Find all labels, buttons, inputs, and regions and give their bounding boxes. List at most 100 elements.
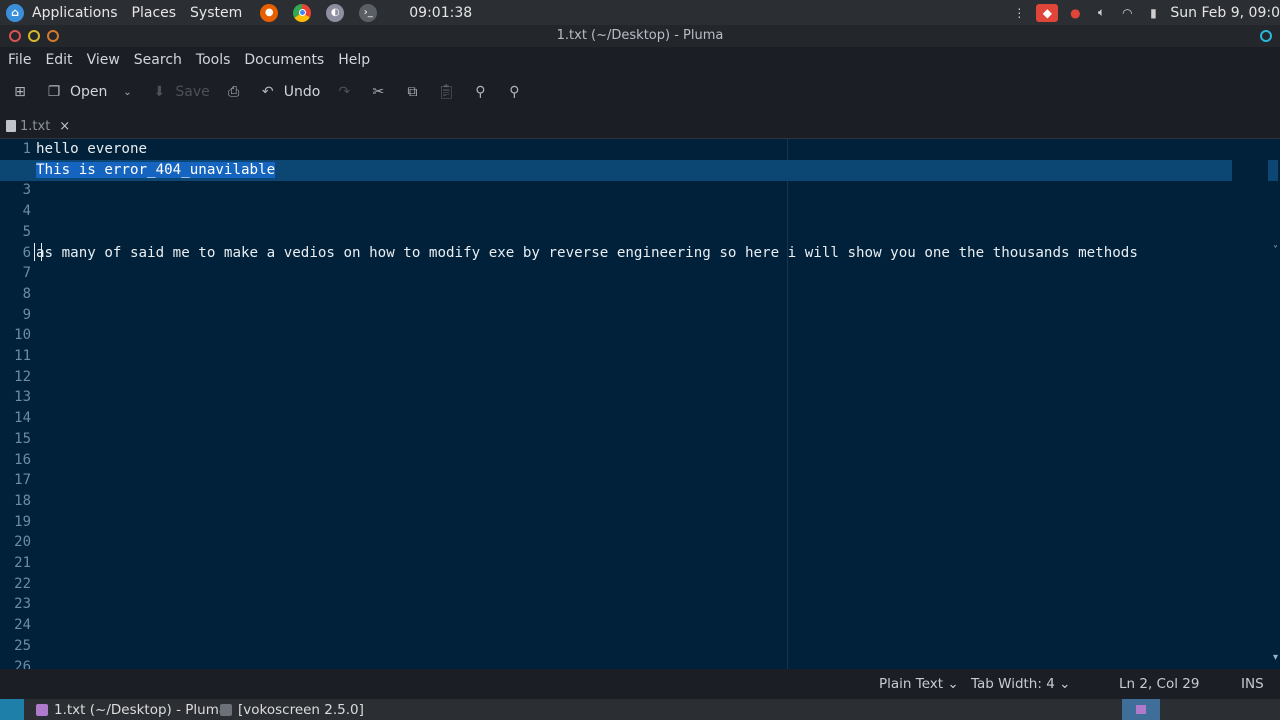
line-number: 23: [14, 596, 31, 613]
applications-menu[interactable]: Applications: [32, 5, 118, 21]
system-menu[interactable]: System: [190, 5, 242, 21]
panel-datetime[interactable]: Sun Feb 9, 09:0: [1170, 5, 1280, 21]
line-number: 16: [14, 451, 31, 468]
firefox-icon[interactable]: ●: [260, 3, 279, 22]
tab-width-label: Tab Width: 4: [971, 676, 1055, 692]
task-label: 1.txt (~/Desktop) - Pluma: [54, 701, 228, 718]
line-number: 19: [14, 513, 31, 530]
text-area[interactable]: hello everone This is error_404_unavilabl…: [36, 139, 1266, 669]
line-number: 4: [22, 203, 31, 220]
paste-icon[interactable]: 📋︎: [436, 82, 456, 102]
save-icon[interactable]: ⬇: [149, 82, 169, 102]
menu-search[interactable]: Search: [134, 52, 182, 68]
line-number: 8: [22, 285, 31, 302]
copy-icon[interactable]: ⧉: [402, 82, 422, 102]
menu-file[interactable]: File: [8, 52, 31, 68]
line-number: 14: [14, 410, 31, 427]
mate-logo-icon[interactable]: ⌂: [6, 3, 24, 22]
document-tabs: 1.txt ×: [0, 111, 1280, 139]
task-label: [vokoscreen 2.5.0]: [238, 701, 364, 718]
task-vokoscreen[interactable]: [vokoscreen 2.5.0]: [220, 699, 364, 720]
line-number: 3: [22, 182, 31, 199]
save-button[interactable]: Save: [175, 84, 209, 100]
vokoscreen-app-icon: [220, 703, 232, 716]
workspace-window-icon: [1136, 705, 1146, 714]
line-number: 11: [14, 348, 31, 364]
system-tray: ⋮ ◆ ● 🔈︎ ◠ ▮ Sun Feb 9, 09:0: [1010, 0, 1280, 25]
line-number: 1: [22, 141, 31, 157]
line-number: 22: [14, 575, 31, 592]
undo-icon[interactable]: ↶: [258, 82, 278, 102]
text-editor[interactable]: 1234567891011121314151617181920212223242…: [0, 139, 1280, 669]
chevron-down-icon: ⌄: [947, 676, 959, 692]
open-dropdown-chevron-icon[interactable]: ⌄: [117, 82, 137, 102]
scroll-down-arrow-icon[interactable]: ▾: [1273, 652, 1278, 663]
line-number: 7: [22, 265, 31, 282]
line-number: 17: [14, 472, 31, 489]
wifi-icon[interactable]: ◠: [1118, 4, 1136, 22]
line-number: 12: [14, 368, 31, 385]
top-panel: ⌂ Applications Places System ● ◐ ›_ 09:0…: [0, 0, 1280, 25]
line-number: 21: [14, 555, 31, 571]
text-file-icon: [6, 120, 16, 132]
panel-clock[interactable]: 09:01:38: [409, 5, 472, 21]
vertical-scrollbar[interactable]: ˅ ▾: [1266, 139, 1280, 669]
moon-icon[interactable]: ◐: [326, 3, 345, 22]
open-button[interactable]: Open: [70, 84, 107, 100]
anydesk-icon[interactable]: ◆: [1036, 3, 1059, 22]
new-document-icon[interactable]: ⊞: [10, 82, 30, 102]
cursor-position: Ln 2, Col 29: [1119, 676, 1200, 692]
open-icon[interactable]: ❐: [44, 82, 64, 102]
menu-tools[interactable]: Tools: [196, 52, 231, 68]
language-selector[interactable]: Plain Text ⌄: [879, 676, 959, 692]
line-number: 20: [14, 534, 31, 551]
toolbar: ⊞ ❐ Open ⌄ ⬇ Save ⎙ ↶ Undo ↷ ✂ ⧉ 📋︎ ⚲ ⚲: [0, 73, 1280, 111]
tab-1-txt[interactable]: 1.txt ×: [0, 114, 74, 138]
places-menu[interactable]: Places: [132, 5, 177, 21]
print-icon[interactable]: ⎙: [224, 82, 244, 102]
line-number: 18: [14, 492, 31, 509]
record-icon[interactable]: ●: [1066, 4, 1084, 22]
line-number: 15: [14, 430, 31, 447]
line-number: 10: [14, 327, 31, 344]
task-pluma[interactable]: 1.txt (~/Desktop) - Pluma: [36, 699, 227, 720]
window-title: 1.txt (~/Desktop) - Pluma: [556, 28, 724, 43]
taskbar: 1.txt (~/Desktop) - Pluma [vokoscreen 2.…: [0, 699, 1280, 720]
line-number: 5: [22, 223, 31, 240]
cut-icon[interactable]: ✂: [368, 82, 388, 102]
menubar: File Edit View Search Tools Documents He…: [0, 47, 1280, 73]
insert-mode: INS: [1241, 676, 1264, 692]
scroll-right-chevron-icon[interactable]: ˅: [1273, 245, 1278, 256]
text-line[interactable]: as many of said me to make a vedios on h…: [36, 243, 1138, 263]
menu-dots-icon[interactable]: ⋮: [1010, 4, 1028, 22]
line-number: 6: [22, 244, 31, 261]
menu-edit[interactable]: Edit: [45, 52, 72, 68]
show-desktop-button[interactable]: [0, 699, 24, 720]
terminal-icon[interactable]: ›_: [359, 3, 378, 22]
redo-icon[interactable]: ↷: [334, 82, 354, 102]
volume-icon[interactable]: 🔈︎: [1092, 4, 1110, 22]
window-menu-icon[interactable]: [1260, 30, 1272, 42]
menu-view[interactable]: View: [87, 52, 120, 68]
pluma-app-icon: [36, 703, 48, 716]
tab-label: 1.txt: [20, 118, 51, 134]
scrollbar-thumb[interactable]: [1268, 159, 1278, 181]
workspace-pager[interactable]: [1122, 699, 1160, 720]
mouse-ibeam-cursor: [34, 243, 42, 261]
menu-documents[interactable]: Documents: [244, 52, 324, 68]
selected-text[interactable]: This is error_404_unavilable: [36, 161, 276, 178]
line-number: 25: [14, 637, 31, 654]
language-label: Plain Text: [879, 676, 944, 692]
close-tab-icon[interactable]: ×: [59, 119, 70, 134]
replace-icon[interactable]: ⚲: [504, 82, 524, 102]
text-line[interactable]: This is error_404_unavilable: [36, 160, 276, 180]
window-titlebar[interactable]: 1.txt (~/Desktop) - Pluma: [0, 25, 1280, 47]
text-line[interactable]: hello everone: [36, 139, 147, 159]
find-icon[interactable]: ⚲: [470, 82, 490, 102]
undo-button[interactable]: Undo: [284, 84, 321, 100]
tab-width-selector[interactable]: Tab Width: 4 ⌄: [971, 676, 1070, 692]
menu-help[interactable]: Help: [338, 52, 370, 68]
line-number: 26: [14, 658, 31, 670]
battery-icon[interactable]: ▮: [1144, 4, 1162, 22]
chrome-icon[interactable]: [293, 3, 312, 22]
